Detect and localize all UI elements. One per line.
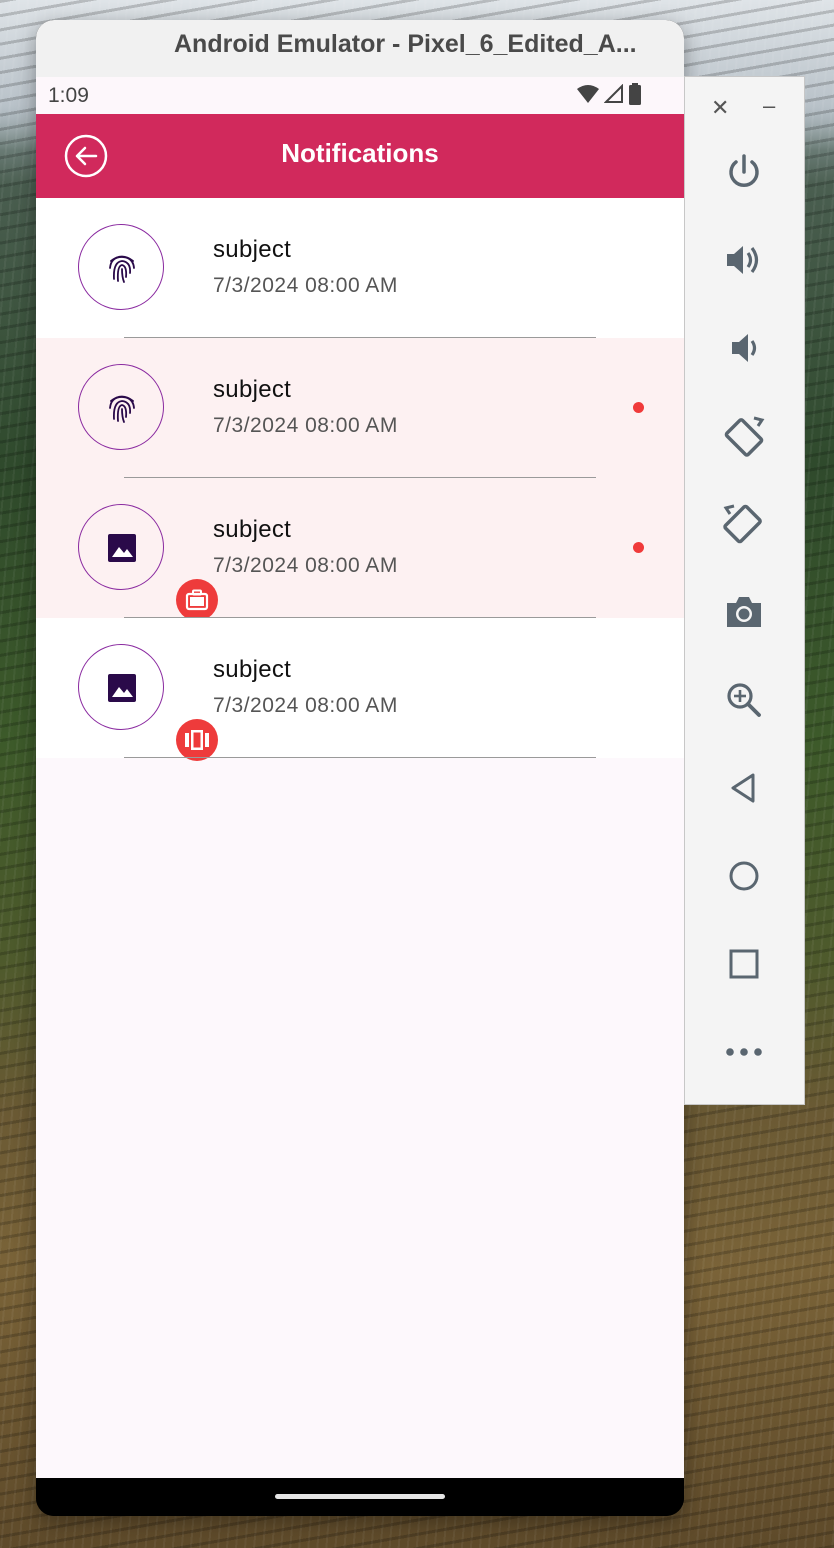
notification-avatar xyxy=(78,644,218,761)
page-title: Notifications xyxy=(281,138,439,168)
briefcase-icon xyxy=(185,589,209,611)
notification-item[interactable]: subject 7/3/2024 08:00 AM xyxy=(36,478,684,621)
emulator-window: Android Emulator - Pixel_6_Edited_A... 1… xyxy=(36,20,684,1516)
power-icon xyxy=(729,154,759,187)
overview-icon xyxy=(729,949,759,979)
home-icon xyxy=(729,861,759,891)
more-button[interactable] xyxy=(715,1023,773,1081)
overview-button[interactable] xyxy=(715,935,773,993)
status-time: 1:09 xyxy=(48,84,89,107)
rotate-left-button[interactable] xyxy=(715,407,773,465)
notification-item[interactable]: subject 7/3/2024 08:00 AM xyxy=(36,198,684,338)
notification-date: 7/3/2024 08:00 AM xyxy=(213,274,398,297)
wifi-icon xyxy=(577,85,599,103)
back-icon xyxy=(731,773,755,803)
image-icon xyxy=(108,674,136,702)
notification-subject: subject xyxy=(213,376,292,403)
rotate-right-icon xyxy=(723,504,762,544)
battery-icon xyxy=(629,83,641,105)
more-icon xyxy=(726,1048,762,1056)
divider xyxy=(124,756,596,758)
fingerprint-icon xyxy=(109,255,135,283)
volume-up-button[interactable] xyxy=(715,231,773,289)
android-nav-bar xyxy=(36,1478,684,1516)
rotate-right-button[interactable] xyxy=(715,495,773,553)
zoom-icon xyxy=(727,683,761,717)
home-button[interactable] xyxy=(715,847,773,905)
briefcase-badge xyxy=(176,579,218,621)
unread-indicator xyxy=(633,402,644,413)
screenshot-button[interactable] xyxy=(715,583,773,641)
home-gesture-pill[interactable] xyxy=(275,1494,445,1499)
notification-date: 7/3/2024 08:00 AM xyxy=(213,554,398,577)
notification-item[interactable]: subject 7/3/2024 08:00 AM xyxy=(36,338,684,478)
minimize-icon[interactable]: – xyxy=(763,93,775,119)
volume-down-button[interactable] xyxy=(715,319,773,377)
carousel-badge xyxy=(176,719,218,761)
window-title: Android Emulator - Pixel_6_Edited_A... xyxy=(174,30,637,58)
notification-avatar xyxy=(78,504,218,621)
notification-subject: subject xyxy=(213,236,292,263)
emulator-side-panel: ✕ – xyxy=(684,76,805,1105)
close-icon[interactable]: ✕ xyxy=(711,95,729,121)
notification-date: 7/3/2024 08:00 AM xyxy=(213,694,398,717)
notification-avatar xyxy=(78,364,164,450)
view-carousel-icon xyxy=(185,730,209,750)
notification-avatar xyxy=(78,224,164,310)
back-button[interactable] xyxy=(715,759,773,817)
android-status-bar: 1:09 xyxy=(36,77,684,114)
notification-subject: subject xyxy=(213,516,292,543)
window-titlebar[interactable]: Android Emulator - Pixel_6_Edited_A... xyxy=(36,20,684,78)
fingerprint-icon xyxy=(109,395,135,423)
app-bar: Notifications xyxy=(36,114,684,198)
image-icon xyxy=(108,534,136,562)
notification-date: 7/3/2024 08:00 AM xyxy=(213,414,398,437)
zoom-button[interactable] xyxy=(715,671,773,729)
unread-indicator xyxy=(633,542,644,553)
rotate-left-icon xyxy=(724,416,765,457)
notification-item[interactable]: subject 7/3/2024 08:00 AM xyxy=(36,618,684,761)
volume-up-icon xyxy=(727,246,759,274)
notification-subject: subject xyxy=(213,656,292,683)
volume-down-icon xyxy=(732,334,757,362)
status-icons xyxy=(576,83,642,105)
notification-list: subject 7/3/2024 08:00 AM subject 7/3/20 xyxy=(36,198,684,1478)
power-button[interactable] xyxy=(715,143,773,201)
cell-signal-icon xyxy=(604,84,623,103)
camera-icon xyxy=(727,597,761,627)
